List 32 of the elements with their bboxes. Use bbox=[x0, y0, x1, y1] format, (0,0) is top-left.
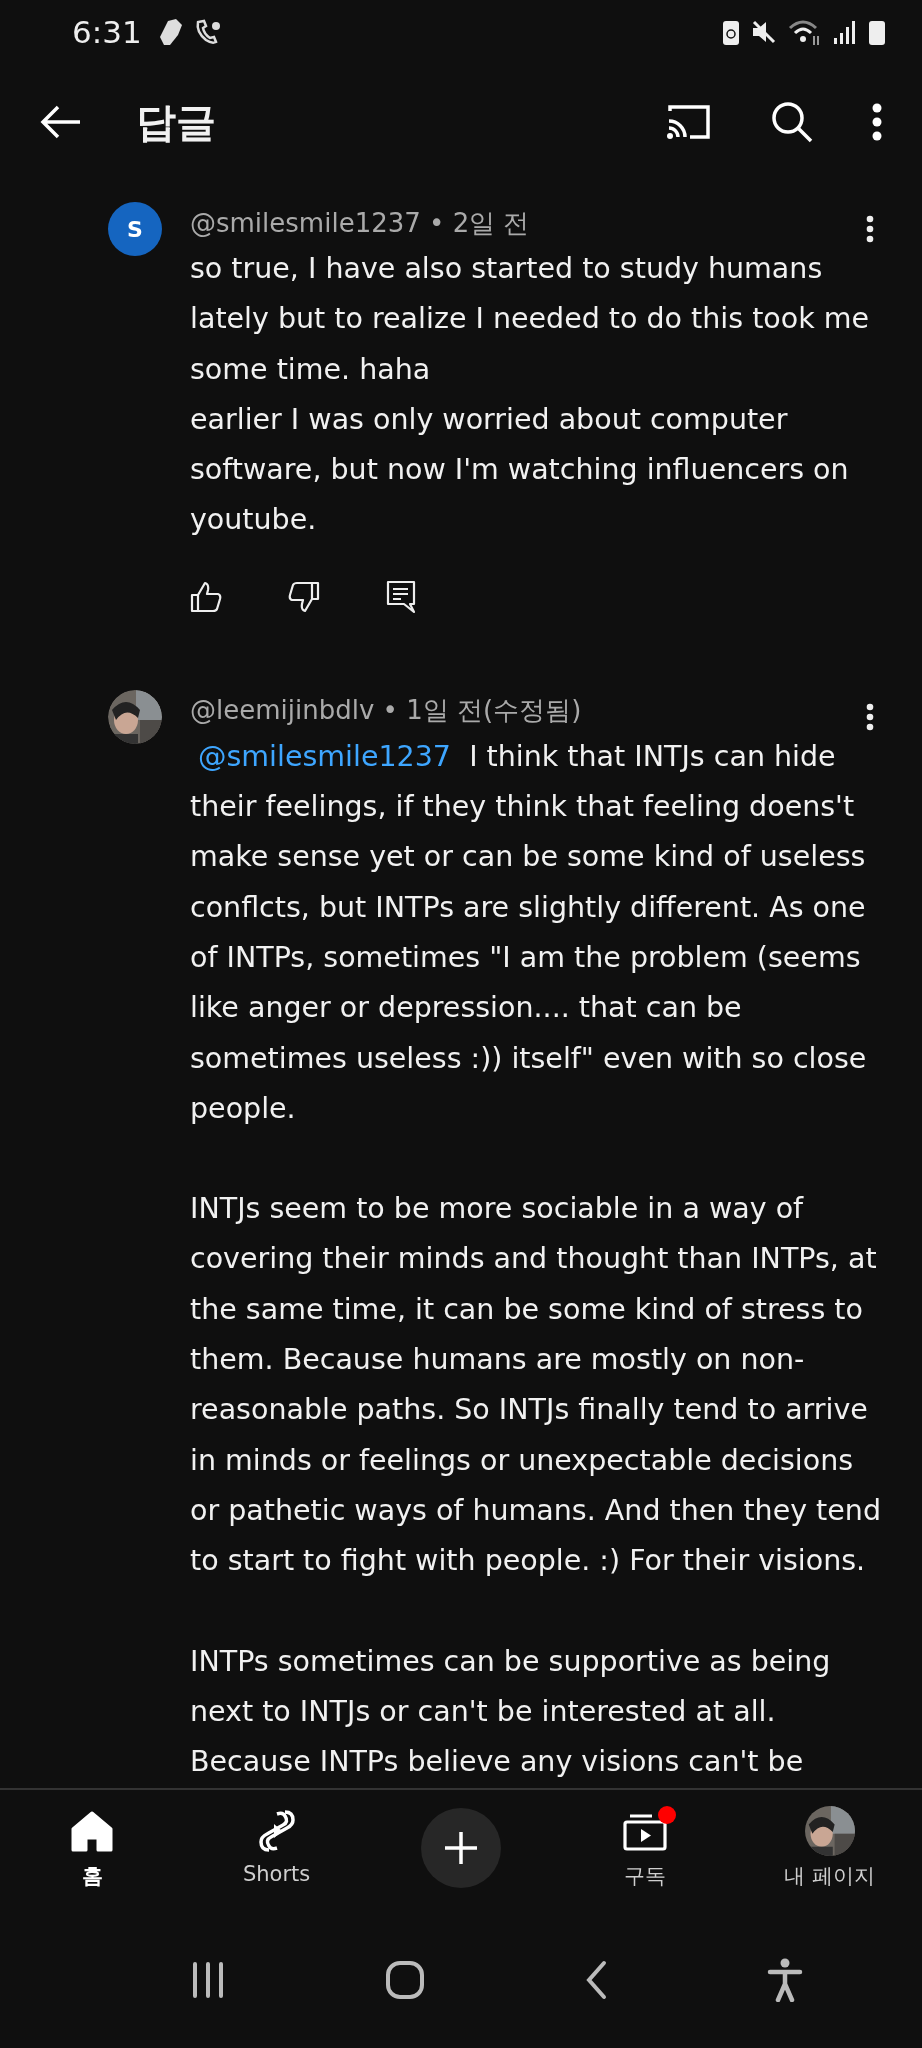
comment-meta: @leemijinbdlv • 1일 전(수정됨) bbox=[190, 694, 583, 728]
user-avatar[interactable]: S bbox=[108, 202, 162, 256]
back-icon[interactable] bbox=[40, 105, 82, 139]
more-icon[interactable] bbox=[872, 103, 882, 141]
shorts-icon bbox=[256, 1808, 297, 1854]
home-button-icon[interactable] bbox=[384, 1960, 425, 2000]
accessibility-icon[interactable] bbox=[766, 1958, 803, 2002]
comment-text: INTPs sometimes can be supportive as being next to INTJs or can't be interested at all. Because INTPs believe any visions can't be bbox=[190, 1643, 832, 1781]
like-icon[interactable] bbox=[190, 580, 222, 613]
nav-tab[interactable]: 구독 bbox=[614, 1802, 677, 1894]
comment-text: @smilesmile1237 I think that INTJs can hide their feelings, if they think that feeling doens't make sense yet or can be some kind of useless conflcts, but INTPs are slightly different. As one of INTPs, sometimes "I am the problem (seems like anger or depression.... that can be sometimes useless :)) itself" even with so close people. bbox=[190, 738, 868, 1127]
dislike-icon[interactable] bbox=[288, 580, 320, 613]
search-icon[interactable] bbox=[770, 100, 814, 144]
comment-meta: @smilesmile1237 • 2일 전 bbox=[190, 206, 531, 240]
battery-saver-icon bbox=[722, 18, 740, 46]
comment-text: so true, I have also started to study humans lately but to realize I needed to do this took me some time. haha earlier I was only worried about computer software, but now I'm watching influencers on youtube. bbox=[190, 251, 871, 539]
home-icon bbox=[70, 1810, 115, 1852]
nav-tab[interactable]: 내 페이지 bbox=[776, 1802, 884, 1894]
more-icon[interactable] bbox=[866, 702, 874, 731]
battery-icon bbox=[868, 18, 886, 46]
more-icon[interactable] bbox=[866, 215, 874, 243]
mention-link[interactable]: @smilesmile1237 bbox=[198, 739, 451, 773]
nav-tab[interactable]: 홈 bbox=[62, 1802, 123, 1894]
mute-icon bbox=[750, 18, 778, 46]
status-time: 6:31 bbox=[72, 14, 142, 50]
page-title: 답글 bbox=[136, 97, 216, 147]
comment-text: INTJs seem to be more sociable in a way of covering their minds and thought than INTPs, at the same time, it can be some kind of stress to them. Because humans are mostly on non-reasonable paths. So INTJs finally tend to arrive in minds or feelings or unexpectable decisions or pathetic ways of humans. And then they tend to start to fight with people. :) For their visions. bbox=[190, 1191, 882, 1580]
wifi-icon bbox=[788, 18, 822, 46]
signal-icon bbox=[832, 18, 858, 46]
cast-icon[interactable] bbox=[666, 103, 712, 141]
nav-tab[interactable]: Shorts bbox=[234, 1802, 319, 1890]
reply-icon[interactable] bbox=[386, 579, 416, 614]
